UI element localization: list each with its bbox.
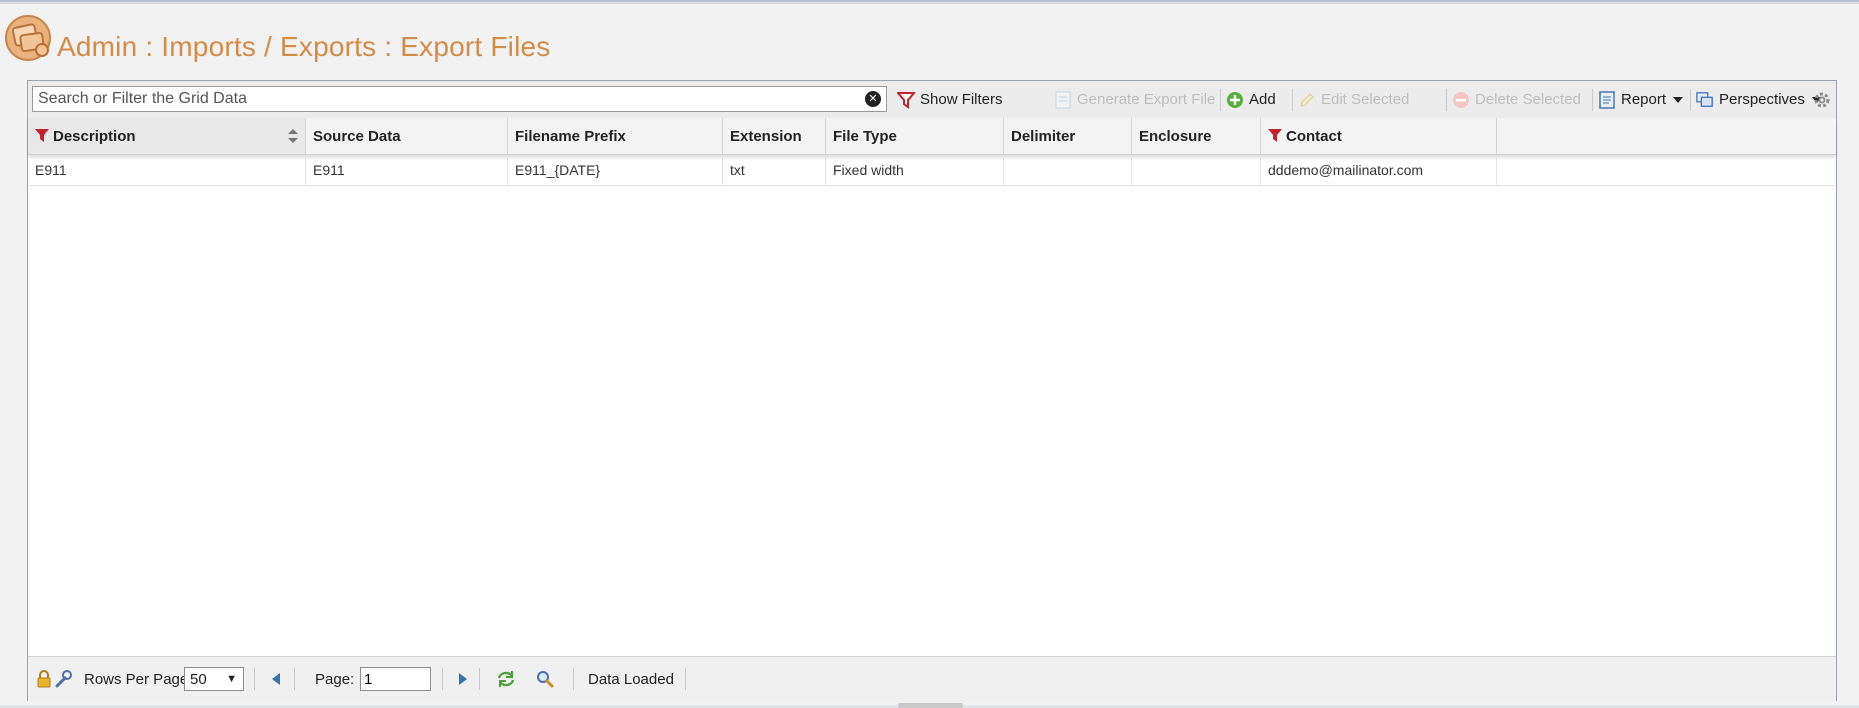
cell-file-type: Fixed width [826,155,1004,185]
toolbar-divider [1220,89,1221,111]
chevron-down-icon: ▼ [226,673,237,685]
column-label: Contact [1286,127,1342,145]
grid-footer: Rows Per Page: 50 ▼ Page: 1 Data Loaded [28,656,1836,701]
add-label: Add [1249,91,1276,108]
column-header-extension[interactable]: Extension [723,118,826,154]
perspectives-button[interactable]: Perspectives [1696,81,1822,118]
toolbar-divider [1292,89,1293,111]
filter-icon [35,129,49,143]
footer-divider [294,668,295,690]
wrench-button[interactable] [54,657,72,701]
chevron-down-icon [1673,96,1684,103]
delete-selected-label: Delete Selected [1475,91,1581,108]
edit-selected-button[interactable]: Edit Selected [1298,81,1409,118]
edit-icon [1298,91,1316,109]
generate-export-file-button[interactable]: Generate Export File [1054,81,1215,118]
column-label: Extension [730,127,802,145]
filter-icon [1268,129,1282,143]
footer-divider [479,668,480,690]
page-body: Admin : Imports / Exports : Export Files… [0,3,1859,708]
perspectives-icon [1696,91,1714,109]
search-zoom-icon [537,671,554,688]
add-icon [1226,91,1244,109]
cell-source-data: E911 [306,155,508,185]
footer-divider [442,668,443,690]
column-label: File Type [833,127,897,145]
sort-icon[interactable] [288,129,298,143]
perspectives-label: Perspectives [1719,91,1805,108]
grid-header: Description Source Data Filename Prefix … [28,118,1836,155]
prev-page-icon [272,673,280,685]
toolbar-divider [1690,89,1691,111]
cell-filename-prefix: E911_{DATE} [508,155,723,185]
search-input[interactable] [33,87,843,111]
show-filters-button[interactable]: Show Filters [897,81,1003,118]
footer-divider [685,668,686,690]
gear-icon [1813,91,1831,109]
cell-extension: txt [723,155,826,185]
page-title: Admin : Imports / Exports : Export Files [57,31,551,62]
column-label: Source Data [313,127,401,145]
column-header-description[interactable]: Description [28,118,306,154]
refresh-icon [497,671,515,687]
rows-per-page-select[interactable]: 50 ▼ [184,667,244,691]
prev-page-button[interactable] [271,657,281,701]
column-header-filename-prefix[interactable]: Filename Prefix [508,118,723,154]
footer-divider [573,668,574,690]
footer-divider [254,668,255,690]
report-icon [1598,90,1616,109]
report-label: Report [1621,91,1667,108]
grid-status-text: Data Loaded [588,670,674,688]
toolbar-divider [1592,89,1593,111]
generate-export-icon [1054,91,1072,109]
search-box: ✕ [32,86,887,112]
filter-icon [897,91,915,109]
edit-selected-label: Edit Selected [1321,91,1410,108]
grid-toolbar: ✕ Show Filters Generate Export File [28,81,1836,119]
next-page-button[interactable] [458,657,468,701]
delete-icon [1452,91,1470,109]
settings-button[interactable] [1813,81,1836,118]
cell-enclosure [1132,155,1261,185]
lock-icon [37,670,51,688]
column-header-contact[interactable]: Contact [1261,118,1497,154]
delete-selected-button[interactable]: Delete Selected [1452,81,1581,118]
rows-per-page-value: 50 [190,670,207,688]
page-number-input[interactable] [360,667,431,691]
column-header-file-type[interactable]: File Type [826,118,1004,154]
add-button[interactable]: Add [1226,81,1276,118]
window-top-strip [0,0,1859,2]
column-header-enclosure[interactable]: Enclosure [1132,118,1261,154]
generate-export-label: Generate Export File [1077,91,1216,108]
wrench-icon [55,670,72,688]
export-files-grid: ✕ Show Filters Generate Export File [27,80,1837,701]
column-header-delimiter[interactable]: Delimiter [1004,118,1132,154]
column-label: Description [53,127,136,145]
page-label: Page: [315,670,355,688]
column-label: Filename Prefix [515,127,626,145]
zoom-search-button[interactable] [536,657,554,701]
column-header-source-data[interactable]: Source Data [306,118,508,154]
cell-contact: dddemo@mailinator.com [1261,155,1497,185]
cell-delimiter [1004,155,1132,185]
refresh-button[interactable] [496,657,516,701]
report-button[interactable]: Report [1598,81,1684,118]
rows-per-page-label: Rows Per Page: [84,670,193,688]
show-filters-label: Show Filters [920,91,1003,108]
next-page-icon [459,673,467,685]
cell-description: E911 [28,155,306,185]
column-label: Enclosure [1139,127,1212,145]
lock-button[interactable] [36,657,52,701]
toolbar-divider [1446,89,1447,111]
column-label: Delimiter [1011,127,1076,145]
clear-search-icon[interactable]: ✕ [865,91,881,107]
table-row[interactable]: E911 E911 E911_{DATE} txt Fixed width dd… [28,155,1836,186]
app-logo-icon [5,15,51,61]
